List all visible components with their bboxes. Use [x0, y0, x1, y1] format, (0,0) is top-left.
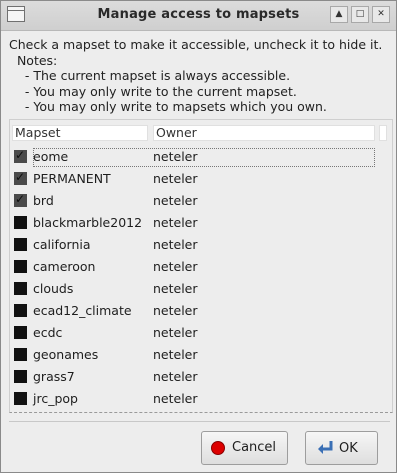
mapset-owner: neteler [153, 303, 198, 318]
note-line: - You may only write to mapsets which yo… [9, 99, 327, 114]
mapset-checkbox[interactable] [14, 304, 27, 317]
mapset-owner: neteler [153, 347, 198, 362]
mapset-owner: neteler [153, 259, 198, 274]
note-line: - The current mapset is always accessibl… [9, 68, 291, 83]
table-row[interactable]: grass7 neteler [10, 368, 380, 390]
mapset-name: blackmarble2012 [33, 215, 143, 230]
note-line: - You may only write to the current maps… [9, 83, 297, 99]
mapset-name: clouds [33, 281, 74, 296]
mapset-checkbox[interactable] [14, 192, 27, 207]
mapset-owner: neteler [153, 391, 198, 406]
table-row[interactable]: california neteler [10, 236, 380, 258]
mapset-owner: neteler [153, 237, 198, 252]
mapset-name: brd [33, 193, 54, 208]
mapset-owner: neteler [153, 369, 198, 384]
instructions: Check a mapset to make it accessible, un… [9, 37, 382, 115]
table-row[interactable]: cameroon neteler [10, 258, 380, 280]
mapset-name: PERMANENT [33, 171, 111, 186]
focus-outline [33, 148, 375, 167]
mapset-name: california [33, 237, 91, 252]
mapset-checkbox[interactable] [14, 148, 27, 163]
mapset-name: jrc_pop [33, 391, 78, 406]
cancel-button[interactable]: Cancel [201, 431, 288, 465]
mapset-owner: neteler [153, 149, 198, 164]
column-header-owner[interactable]: Owner [153, 125, 375, 141]
maximize-up-icon[interactable]: ▲ [330, 6, 348, 23]
mapset-owner: neteler [153, 325, 198, 340]
mapset-checkbox[interactable] [14, 392, 27, 405]
table-row[interactable]: brd neteler [10, 192, 380, 214]
mapset-name: ecad12_climate [33, 303, 132, 318]
enter-arrow-icon [318, 441, 333, 454]
instruction-line: Check a mapset to make it accessible, un… [9, 37, 383, 52]
table-row[interactable]: geonames neteler [10, 346, 380, 368]
table-row[interactable]: eome neteler [10, 148, 380, 170]
mapset-checkbox[interactable] [14, 260, 27, 273]
table-row[interactable]: ecdc neteler [10, 324, 380, 346]
mapset-owner: neteler [153, 171, 198, 186]
table-row[interactable]: PERMANENT neteler [10, 170, 380, 192]
mapset-owner: neteler [153, 193, 198, 208]
table-row[interactable]: blackmarble2012 neteler [10, 214, 380, 236]
cancel-label: Cancel [232, 440, 277, 455]
mapset-owner: neteler [153, 215, 198, 230]
manage-mapsets-dialog: Manage access to mapsets ▲ □ ✕ Check a m… [0, 0, 397, 473]
mapset-name: grass7 [33, 369, 75, 384]
mapset-checkbox[interactable] [14, 238, 27, 251]
table-row[interactable]: jrc_pop neteler [10, 390, 380, 412]
mapset-name: ecdc [33, 325, 63, 340]
mapset-checkbox[interactable] [14, 348, 27, 361]
notes-label: Notes: [9, 52, 58, 68]
mapset-owner: neteler [153, 281, 198, 296]
close-icon[interactable]: ✕ [372, 6, 390, 23]
mapset-checkbox[interactable] [14, 370, 27, 383]
mapset-checkbox[interactable] [14, 216, 27, 229]
mapset-name: eome [33, 149, 69, 164]
mapset-list[interactable]: Mapset Owner eome neteler PERMANENT neteler… [9, 119, 393, 413]
mapset-checkbox[interactable] [14, 282, 27, 295]
title-bar[interactable]: Manage access to mapsets ▲ □ ✕ [1, 1, 396, 31]
column-header-mapset[interactable]: Mapset [12, 125, 148, 141]
mapset-checkbox[interactable] [14, 170, 27, 185]
restore-icon[interactable]: □ [351, 6, 369, 23]
separator [9, 421, 390, 422]
table-row[interactable]: clouds neteler [10, 280, 380, 302]
column-header-extra[interactable] [379, 125, 387, 141]
mapset-checkbox[interactable] [14, 326, 27, 339]
ok-label: OK [339, 441, 358, 456]
table-row[interactable]: ecad12_climate neteler [10, 302, 380, 324]
ok-button[interactable]: OK [305, 431, 378, 465]
mapset-name: geonames [33, 347, 99, 362]
stop-icon [211, 441, 225, 455]
mapset-name: cameroon [33, 259, 96, 274]
